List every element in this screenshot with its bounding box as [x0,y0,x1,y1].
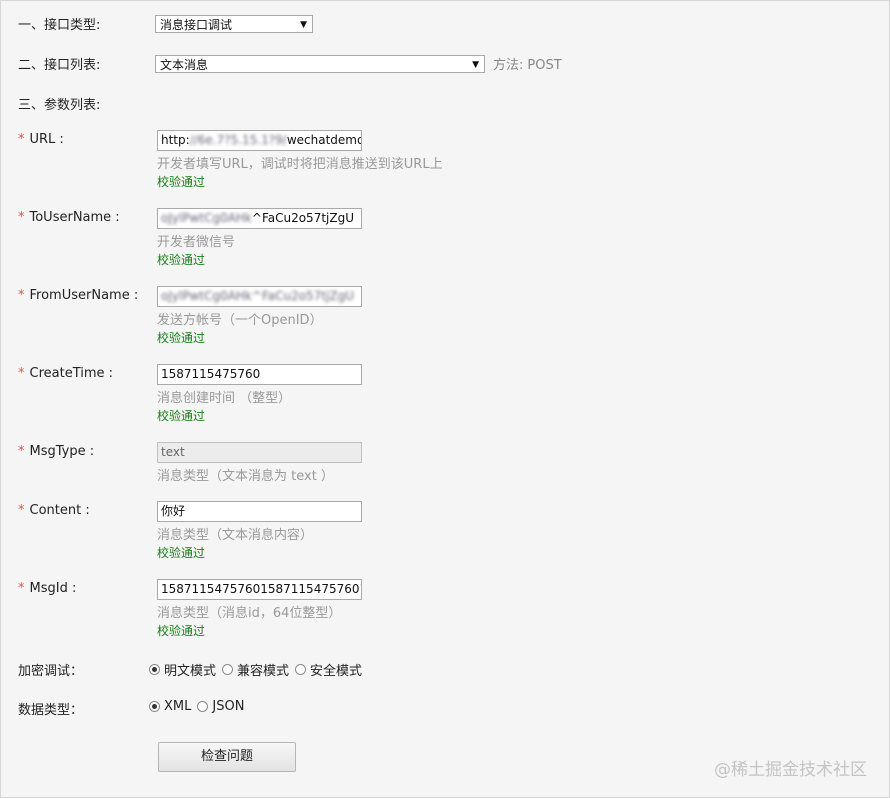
required-mark: * [18,132,25,147]
url-label-text: URL : [29,132,64,147]
content-label: * Content : [18,503,90,518]
interface-list-label: 二、接口列表: [18,58,101,73]
create-time-label-text: CreateTime : [29,366,114,381]
dropdown-arrow-icon: ▼ [472,60,479,70]
content-status: 校验通过 [157,546,206,560]
interface-type-label: 一、接口类型: [18,18,101,33]
url-label: * URL : [18,132,64,147]
check-problem-button[interactable]: 检查问题 [158,742,296,772]
encrypt-label: 加密调试： [18,664,84,679]
data-type-option-xml[interactable]: XML [149,699,191,714]
msg-type-label: * MsgType : [18,444,94,459]
data-type-label: 数据类型： [18,703,84,718]
encrypt-option-plain[interactable]: 明文模式 [149,660,216,679]
required-mark: * [18,581,25,596]
radio-icon[interactable] [197,701,209,712]
method-text: 方法: POST [493,54,562,73]
from-user-value-redacted: oJylPwtCg0AHk^FaCu2o57tjZgU [161,289,354,303]
from-user-label-text: FromUserName : [29,288,139,303]
dropdown-arrow-icon: ▼ [300,20,307,30]
from-user-label: * FromUserName : [18,288,138,303]
encrypt-radio-group: 明文模式 兼容模式 安全模式 [149,660,368,679]
url-value-redacted: //6e.7?5.15.1?9/ [189,133,287,147]
radio-icon[interactable] [222,664,234,675]
method-label: 方法: [493,58,524,73]
create-time-status: 校验通过 [157,409,206,423]
from-user-input[interactable]: oJylPwtCg0AHk^FaCu2o57tjZgU [157,286,362,307]
msg-type-label-text: MsgType : [29,444,95,459]
from-user-hint: 发送方帐号（一个OpenID） [157,313,323,328]
required-mark: * [18,444,25,459]
create-time-label: * CreateTime : [18,366,113,381]
encrypt-option-secure[interactable]: 安全模式 [295,660,362,679]
debug-form: 一、接口类型: 消息接口调试 ▼ 二、接口列表: 文本消息 ▼ 方法: POST … [0,0,890,798]
interface-list-value: 文本消息 [160,58,209,72]
url-status: 校验通过 [157,175,206,189]
to-user-label: * ToUserName : [18,210,120,225]
required-mark: * [18,503,25,518]
to-user-status: 校验通过 [157,253,206,267]
param-list-label: 三、参数列表: [18,98,101,113]
msg-id-hint: 消息类型（消息id，64位整型） [157,606,342,621]
url-input[interactable]: http://6e.7?5.15.1?9/wechatdemo [157,130,362,151]
create-time-hint: 消息创建时间 （整型） [157,391,292,406]
required-mark: * [18,288,25,303]
msg-type-input: text [157,442,362,463]
url-value-suffix: wechatdemo [286,133,362,147]
required-mark: * [18,210,25,225]
data-type-radio-group: XML JSON [149,699,250,714]
content-hint: 消息类型（文本消息内容） [157,528,314,543]
url-hint: 开发者填写URL，调试时将把消息推送到该URL上 [157,157,443,172]
msg-id-label-text: MsgId : [29,581,77,596]
msg-type-hint: 消息类型（文本消息为 text ） [157,469,334,484]
to-user-value-suffix: ^FaCu2o57tjZgU [251,211,354,225]
required-mark: * [18,366,25,381]
radio-icon[interactable] [295,664,307,675]
create-time-input[interactable]: 1587115475760 [157,364,362,385]
content-input[interactable]: 你好 [157,501,362,522]
to-user-label-text: ToUserName : [29,210,120,225]
interface-list-select[interactable]: 文本消息 ▼ [155,55,485,73]
interface-type-select[interactable]: 消息接口调试 ▼ [155,15,313,33]
to-user-input[interactable]: oJylPwtCg0AHk^FaCu2o57tjZgU [157,208,362,229]
method-value: POST [527,58,562,73]
data-type-option-json[interactable]: JSON [197,699,244,714]
url-value-prefix: http: [161,133,190,147]
from-user-status: 校验通过 [157,331,206,345]
watermark-text: @稀土掘金技术社区 [714,760,867,780]
to-user-hint: 开发者微信号 [157,235,236,250]
msg-id-status: 校验通过 [157,624,206,638]
radio-selected-icon[interactable] [149,664,160,675]
content-label-text: Content : [29,503,90,518]
interface-type-value: 消息接口调试 [160,18,233,32]
msg-id-label: * MsgId : [18,581,76,596]
to-user-value-redacted: oJylPwtCg0AHk [161,211,252,225]
encrypt-option-compatible[interactable]: 兼容模式 [222,660,289,679]
radio-selected-icon[interactable] [149,701,160,712]
msg-id-input[interactable]: 15871154757601587115475760158 [157,579,362,600]
